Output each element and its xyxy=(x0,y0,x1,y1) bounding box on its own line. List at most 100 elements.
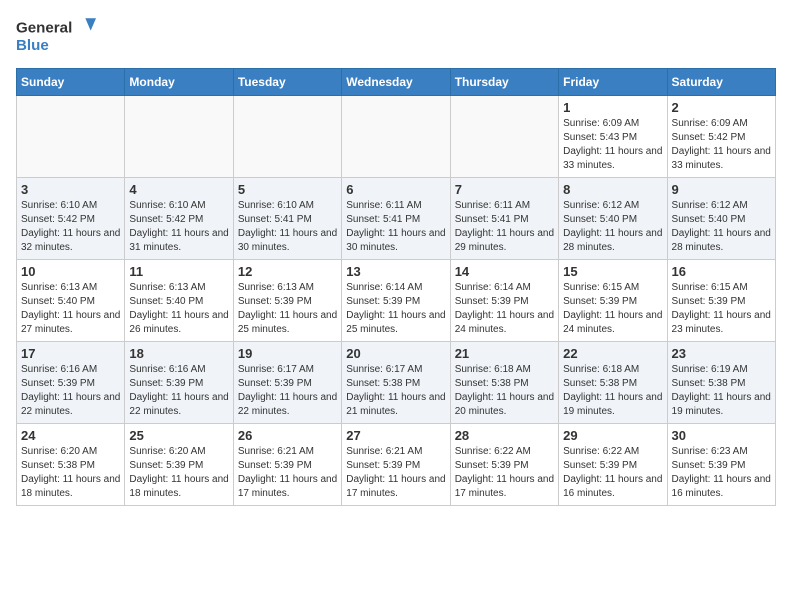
week-row-4: 17 Sunrise: 6:16 AM Sunset: 5:39 PM Dayli… xyxy=(17,342,776,424)
day-cell: 30 Sunrise: 6:23 AM Sunset: 5:39 PM Dayli… xyxy=(667,424,775,506)
day-info: Sunrise: 6:10 AM Sunset: 5:42 PM Dayligh… xyxy=(129,199,228,255)
day-cell: 20 Sunrise: 6:17 AM Sunset: 5:38 PM Dayli… xyxy=(342,342,450,424)
day-cell: 14 Sunrise: 6:14 AM Sunset: 5:39 PM Dayli… xyxy=(450,260,558,342)
page-header: General Blue xyxy=(16,16,776,56)
week-row-3: 10 Sunrise: 6:13 AM Sunset: 5:40 PM Dayli… xyxy=(17,260,776,342)
day-number: 8 xyxy=(563,182,662,197)
day-number: 2 xyxy=(672,100,771,115)
day-cell: 16 Sunrise: 6:15 AM Sunset: 5:39 PM Dayli… xyxy=(667,260,775,342)
day-cell: 13Sunrise: 6:14 AM Sunset: 5:39 PM Dayli… xyxy=(342,260,450,342)
day-cell: 17 Sunrise: 6:16 AM Sunset: 5:39 PM Dayli… xyxy=(17,342,125,424)
day-cell: 2Sunrise: 6:09 AM Sunset: 5:42 PM Daylig… xyxy=(667,96,775,178)
day-cell: 27 Sunrise: 6:21 AM Sunset: 5:39 PM Dayli… xyxy=(342,424,450,506)
day-info: Sunrise: 6:12 AM Sunset: 5:40 PM Dayligh… xyxy=(672,199,771,255)
day-number: 7 xyxy=(455,182,554,197)
day-number: 17 xyxy=(21,346,120,361)
day-info: Sunrise: 6:23 AM Sunset: 5:39 PM Dayligh… xyxy=(672,445,771,501)
day-cell xyxy=(125,96,233,178)
day-info: Sunrise: 6:20 AM Sunset: 5:38 PM Dayligh… xyxy=(21,445,120,501)
day-number: 4 xyxy=(129,182,228,197)
weekday-header-thursday: Thursday xyxy=(450,69,558,96)
day-number: 16 xyxy=(672,264,771,279)
day-info: Sunrise: 6:19 AM Sunset: 5:38 PM Dayligh… xyxy=(672,363,771,419)
day-info: Sunrise: 6:18 AM Sunset: 5:38 PM Dayligh… xyxy=(455,363,554,419)
day-cell: 22Sunrise: 6:18 AM Sunset: 5:38 PM Dayli… xyxy=(559,342,667,424)
day-cell: 15 Sunrise: 6:15 AM Sunset: 5:39 PM Dayli… xyxy=(559,260,667,342)
svg-text:General: General xyxy=(16,19,72,36)
day-info: Sunrise: 6:20 AM Sunset: 5:39 PM Dayligh… xyxy=(129,445,228,501)
day-info: Sunrise: 6:21 AM Sunset: 5:39 PM Dayligh… xyxy=(346,445,445,501)
weekday-header-monday: Monday xyxy=(125,69,233,96)
day-info: Sunrise: 6:16 AM Sunset: 5:39 PM Dayligh… xyxy=(21,363,120,419)
day-number: 28 xyxy=(455,428,554,443)
day-cell xyxy=(342,96,450,178)
day-info: Sunrise: 6:10 AM Sunset: 5:42 PM Dayligh… xyxy=(21,199,120,255)
day-cell: 3 Sunrise: 6:10 AM Sunset: 5:42 PM Daylig… xyxy=(17,178,125,260)
week-row-2: 3 Sunrise: 6:10 AM Sunset: 5:42 PM Daylig… xyxy=(17,178,776,260)
day-cell: 4 Sunrise: 6:10 AM Sunset: 5:42 PM Daylig… xyxy=(125,178,233,260)
day-number: 30 xyxy=(672,428,771,443)
weekday-header-saturday: Saturday xyxy=(667,69,775,96)
day-info: Sunrise: 6:17 AM Sunset: 5:39 PM Dayligh… xyxy=(238,363,337,419)
weekday-header-wednesday: Wednesday xyxy=(342,69,450,96)
calendar-table: SundayMondayTuesdayWednesdayThursdayFrid… xyxy=(16,68,776,506)
day-info: Sunrise: 6:15 AM Sunset: 5:39 PM Dayligh… xyxy=(563,281,662,337)
day-number: 29 xyxy=(563,428,662,443)
day-cell: 18Sunrise: 6:16 AM Sunset: 5:39 PM Dayli… xyxy=(125,342,233,424)
day-number: 10 xyxy=(21,264,120,279)
week-row-5: 24 Sunrise: 6:20 AM Sunset: 5:38 PM Dayli… xyxy=(17,424,776,506)
day-number: 27 xyxy=(346,428,445,443)
day-info: Sunrise: 6:21 AM Sunset: 5:39 PM Dayligh… xyxy=(238,445,337,501)
day-info: Sunrise: 6:17 AM Sunset: 5:38 PM Dayligh… xyxy=(346,363,445,419)
day-cell: 6 Sunrise: 6:11 AM Sunset: 5:41 PM Daylig… xyxy=(342,178,450,260)
day-number: 3 xyxy=(21,182,120,197)
day-number: 21 xyxy=(455,346,554,361)
day-number: 25 xyxy=(129,428,228,443)
day-info: Sunrise: 6:18 AM Sunset: 5:38 PM Dayligh… xyxy=(563,363,662,419)
day-cell xyxy=(233,96,341,178)
day-number: 24 xyxy=(21,428,120,443)
day-info: Sunrise: 6:14 AM Sunset: 5:39 PM Dayligh… xyxy=(455,281,554,337)
day-cell xyxy=(17,96,125,178)
day-info: Sunrise: 6:09 AM Sunset: 5:43 PM Dayligh… xyxy=(563,117,662,173)
day-number: 15 xyxy=(563,264,662,279)
weekday-header-tuesday: Tuesday xyxy=(233,69,341,96)
day-cell: 25 Sunrise: 6:20 AM Sunset: 5:39 PM Dayli… xyxy=(125,424,233,506)
day-number: 9 xyxy=(672,182,771,197)
logo-svg: General Blue xyxy=(16,16,96,56)
day-info: Sunrise: 6:10 AM Sunset: 5:41 PM Dayligh… xyxy=(238,199,337,255)
day-cell: 11 Sunrise: 6:13 AM Sunset: 5:40 PM Dayli… xyxy=(125,260,233,342)
day-info: Sunrise: 6:14 AM Sunset: 5:39 PM Dayligh… xyxy=(346,281,445,337)
day-cell: 9 Sunrise: 6:12 AM Sunset: 5:40 PM Daylig… xyxy=(667,178,775,260)
day-cell: 12Sunrise: 6:13 AM Sunset: 5:39 PM Dayli… xyxy=(233,260,341,342)
day-cell: 24 Sunrise: 6:20 AM Sunset: 5:38 PM Dayli… xyxy=(17,424,125,506)
day-cell: 19 Sunrise: 6:17 AM Sunset: 5:39 PM Dayli… xyxy=(233,342,341,424)
day-number: 1 xyxy=(563,100,662,115)
day-number: 19 xyxy=(238,346,337,361)
day-info: Sunrise: 6:22 AM Sunset: 5:39 PM Dayligh… xyxy=(563,445,662,501)
day-cell: 28 Sunrise: 6:22 AM Sunset: 5:39 PM Dayli… xyxy=(450,424,558,506)
day-info: Sunrise: 6:15 AM Sunset: 5:39 PM Dayligh… xyxy=(672,281,771,337)
day-info: Sunrise: 6:13 AM Sunset: 5:40 PM Dayligh… xyxy=(129,281,228,337)
day-info: Sunrise: 6:13 AM Sunset: 5:39 PM Dayligh… xyxy=(238,281,337,337)
day-cell: 10Sunrise: 6:13 AM Sunset: 5:40 PM Dayli… xyxy=(17,260,125,342)
weekday-header-row: SundayMondayTuesdayWednesdayThursdayFrid… xyxy=(17,69,776,96)
day-cell xyxy=(450,96,558,178)
day-cell: 7Sunrise: 6:11 AM Sunset: 5:41 PM Daylig… xyxy=(450,178,558,260)
day-number: 14 xyxy=(455,264,554,279)
logo: General Blue xyxy=(16,16,96,56)
day-number: 5 xyxy=(238,182,337,197)
day-info: Sunrise: 6:11 AM Sunset: 5:41 PM Dayligh… xyxy=(346,199,445,255)
day-number: 11 xyxy=(129,264,228,279)
day-cell: 8 Sunrise: 6:12 AM Sunset: 5:40 PM Daylig… xyxy=(559,178,667,260)
day-cell: 1 Sunrise: 6:09 AM Sunset: 5:43 PM Daylig… xyxy=(559,96,667,178)
day-info: Sunrise: 6:22 AM Sunset: 5:39 PM Dayligh… xyxy=(455,445,554,501)
day-cell: 5 Sunrise: 6:10 AM Sunset: 5:41 PM Daylig… xyxy=(233,178,341,260)
day-info: Sunrise: 6:12 AM Sunset: 5:40 PM Dayligh… xyxy=(563,199,662,255)
weekday-header-friday: Friday xyxy=(559,69,667,96)
day-number: 26 xyxy=(238,428,337,443)
weekday-header-sunday: Sunday xyxy=(17,69,125,96)
day-number: 20 xyxy=(346,346,445,361)
day-number: 6 xyxy=(346,182,445,197)
day-number: 18 xyxy=(129,346,228,361)
